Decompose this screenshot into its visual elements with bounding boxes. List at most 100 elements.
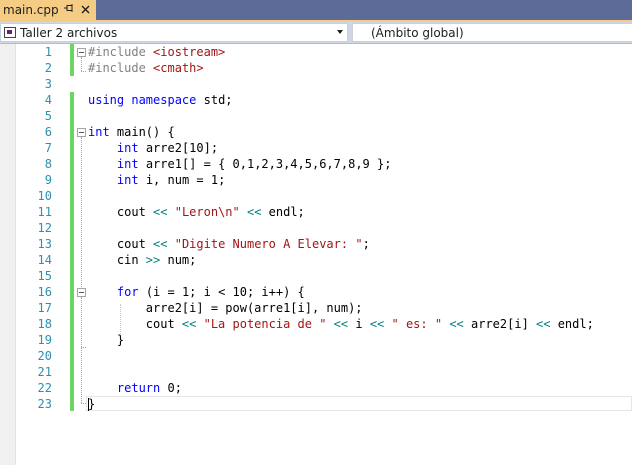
line-number: 19 [37,333,52,347]
code-token: " es: " [391,317,443,331]
project-icon [4,27,16,38]
code-line[interactable]: int main() { [88,124,632,140]
line-number: 16 [37,285,52,299]
code-token: <cmath> [153,61,204,75]
code-token: arre1[] = { 0,1,2,3,4,5,6,7,8,9 }; [138,157,392,171]
code-token: for [116,285,139,299]
pin-icon[interactable] [63,3,75,17]
code-line[interactable]: using namespace std; [88,92,632,108]
code-line[interactable]: cout << "Leron\n" << endl; [88,204,632,220]
code-token: #include [88,45,154,59]
code-token: #include [88,61,154,75]
code-token: std; [196,93,233,107]
line-number: 11 [37,205,52,219]
line-number: 17 [37,301,52,315]
code-line[interactable]: arre2[i] = pow(arre1[i], num); [88,300,632,316]
navigation-bar: Taller 2 archivos (Ámbito global) [0,22,632,44]
code-text[interactable]: #include <iostream>#include <cmath>​usin… [88,44,632,412]
code-line[interactable]: cout << "La potencia de " << i << " es: … [88,316,632,332]
editor-pane[interactable]: 1 2 3 4 5 6 7 8 9 10 11 12 13 14 15 16 17 18 19 20 21 22 23 #i… [0,44,632,465]
code-token: int [116,157,139,171]
glyph-margin[interactable] [0,44,16,465]
code-token: } [88,333,125,347]
line-number: 9 [44,173,52,187]
code-line[interactable]: int arre1[] = { 0,1,2,3,4,5,6,7,8,9 }; [88,156,632,172]
tab-title: main.cpp [3,3,59,17]
code-line[interactable]: ​ [88,268,632,284]
line-number: 20 [37,349,52,363]
code-editor-window: main.cpp Taller 2 archivos (Ámbito globa… [0,0,632,465]
code-token: } [88,397,96,411]
line-number: 2 [44,61,52,75]
line-number: 6 [44,125,52,139]
code-line[interactable]: ​ [88,348,632,364]
code-line[interactable]: ​ [88,76,632,92]
code-line[interactable]: cin >> num; [88,252,632,268]
outline-line [81,297,83,347]
line-number: 23 [37,397,52,411]
line-number: 1 [44,45,52,59]
collapse-for-icon[interactable] [77,288,86,297]
project-dropdown-label: Taller 2 archivos [20,25,118,40]
change-bar [70,44,74,76]
code-token: << [449,317,464,331]
tab-main-cpp[interactable]: main.cpp [0,0,96,20]
code-token: arre2[i] [463,317,537,331]
code-line[interactable]: cout << "Digite Numero A Elevar: "; [88,236,632,252]
line-number: 13 [37,237,52,251]
code-line[interactable]: ​ [88,220,632,236]
code-token: endl; [550,317,594,331]
code-token: i [348,317,370,331]
code-token: << [153,237,168,251]
code-line[interactable]: #include <cmath> [88,60,632,76]
line-number: 7 [44,141,52,155]
line-number: 3 [44,77,52,91]
code-line[interactable]: for (i = 1; i < 10; i++) { [88,284,632,300]
code-token: >> [145,253,161,267]
code-line[interactable]: } [88,396,632,412]
code-token: cout [88,205,154,219]
code-token: main() { [109,125,175,139]
code-token: namespace [131,93,197,107]
chevron-down-icon [337,30,343,34]
document-tab-strip: main.cpp [0,0,632,20]
collapse-main-icon[interactable] [77,128,86,137]
code-token: "Leron\n" [174,205,240,219]
project-dropdown[interactable]: Taller 2 archivos [0,23,348,42]
code-line[interactable]: #include <iostream> [88,44,632,60]
scope-dropdown-label: (Ámbito global) [371,25,464,40]
code-line[interactable]: int arre2[10]; [88,140,632,156]
code-line[interactable]: ​ [88,108,632,124]
code-token: arre2[10]; [138,141,219,155]
code-line[interactable]: int i, num = 1; [88,172,632,188]
code-token: i, num = 1; [138,173,226,187]
code-line[interactable]: ​ [88,188,632,204]
code-token: return [116,381,161,395]
line-number-gutter: 1 2 3 4 5 6 7 8 9 10 11 12 13 14 15 16 17 18 19 20 21 22 23 [16,44,52,412]
code-line[interactable]: ​ [88,364,632,380]
code-token: int [88,125,110,139]
scope-dropdown[interactable]: (Ámbito global) [352,23,632,42]
change-bar [70,92,74,411]
close-icon[interactable] [79,3,91,17]
line-number: 14 [37,253,52,267]
code-token: cout [88,237,154,251]
code-token: << [536,317,551,331]
line-number: 22 [37,381,52,395]
outline-line [81,57,83,71]
outline-end [81,347,86,349]
line-number: 10 [37,189,52,203]
code-line[interactable]: } [88,332,632,348]
code-token: ; [362,237,370,251]
code-token: int [116,173,139,187]
collapse-include-icon[interactable] [77,48,86,57]
code-line[interactable]: return 0; [88,380,632,396]
code-token: <iostream> [153,45,226,59]
code-token: "La potencia de " [203,317,327,331]
